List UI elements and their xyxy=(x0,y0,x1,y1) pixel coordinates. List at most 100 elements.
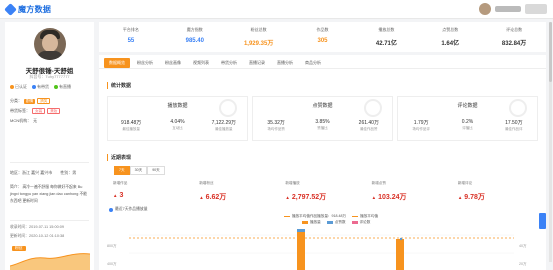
user-avatar[interactable] xyxy=(479,3,491,15)
profile-panel: 天舒很锤-天舒姐 抖音号：Tuhy7777777 已认证 有带货 有直播 分类：… xyxy=(5,22,94,270)
stat-item: 点赞总数 1.64亿 xyxy=(418,22,482,52)
increment-value: ▲ 2,797.52万 xyxy=(285,194,327,201)
tab-item[interactable]: 粉丝画像 xyxy=(160,58,186,68)
arrow-up-icon: ▲ xyxy=(457,195,463,200)
shop-tag-row: 带货标签： 女装 美妆 xyxy=(10,108,61,114)
divider xyxy=(10,220,89,221)
logo-icon xyxy=(4,3,17,16)
user-name-placeholder xyxy=(495,6,521,12)
logo-text: 魔方数据 xyxy=(18,5,52,14)
live-icon xyxy=(54,85,58,89)
period-option[interactable]: 90天 xyxy=(147,166,165,175)
category-row: 分类： 剧情 搞笑 xyxy=(10,98,51,104)
top-navbar: 魔方数据 xyxy=(0,0,553,19)
increment-item: 新增点赞 ▲ 103.24万 xyxy=(366,181,452,202)
increment-label: 新增播放 xyxy=(285,181,300,185)
stat-item: 平台排名 55 xyxy=(99,22,163,52)
legend-average[interactable]: 播放平均值 xyxy=(352,214,378,219)
stat-value: 305 xyxy=(317,38,328,44)
stat-value: 42.71亿 xyxy=(375,41,397,47)
fans-trend-sparkline xyxy=(10,253,90,270)
tab-item[interactable]: 粉丝分析 xyxy=(132,58,158,68)
app-logo[interactable]: 魔方数据 xyxy=(4,3,52,16)
card-metric: 918.48万 最佳播放量 xyxy=(121,120,142,131)
stat-item: 作品数 305 xyxy=(291,22,355,52)
card-metric: 7,122.29万 最佳播放量 xyxy=(211,120,237,131)
increment-value: ▲ 103.24万 xyxy=(371,194,407,201)
category-tag[interactable]: 剧情 xyxy=(24,98,36,104)
profile-badges: 已认证 有带货 有直播 xyxy=(10,84,71,90)
legend-average-line[interactable]: 播放平均值作品播放量：918.48万 xyxy=(284,214,346,219)
stat-label: 点赞总数 xyxy=(442,27,459,32)
main-panel: 数据概览 粉丝分析 粉丝画像 视频列表 带货分析 直播记录 直播分析 商品分析 统计数据 播放… xyxy=(99,55,546,270)
tab-bar: 数据概览 粉丝分析 粉丝画像 视频列表 带货分析 直播记录 直播分析 商品分析 xyxy=(104,58,326,68)
stat-item: 粉丝总数 1,929.35万 xyxy=(227,22,291,52)
stat-value: 1.64亿 xyxy=(441,41,460,47)
profile-description: 简介： 高冷一遍不舒服 每你做好不起来 Bu jingxi tongyu yan… xyxy=(10,185,88,203)
stat-value: 1,929.35万 xyxy=(243,41,274,47)
stat-label: 评论总数 xyxy=(506,27,523,32)
divider xyxy=(10,162,89,163)
stats-bar: 平台排名 55 魔方指数 985.40 粉丝总数 1,929.35万 作品数 305 播放总数 4… xyxy=(99,22,546,52)
card-metric: 1.79万 场均作品评 xyxy=(412,120,430,131)
user-menu[interactable] xyxy=(479,3,547,15)
card-metric: 3.85% 赞播比 xyxy=(315,119,330,130)
help-float-button[interactable] xyxy=(539,213,546,229)
y-axis-label-right: 20万 xyxy=(519,262,527,266)
shop-tag[interactable]: 女装 xyxy=(32,108,46,114)
arrow-up-icon: ▲ xyxy=(113,193,118,198)
collected-time: 收录时间：2019-07-11 15:00:09 xyxy=(10,225,64,229)
point-like xyxy=(399,237,403,241)
category-tag[interactable]: 搞笑 xyxy=(37,98,51,104)
gender-text: 性别：男 xyxy=(60,170,77,175)
card-metric: 4.04% 互动比 xyxy=(170,119,185,130)
profile-douyin-id: 抖音号：Tuhy7777777 xyxy=(29,74,70,79)
shop-tag[interactable]: 美妆 xyxy=(47,108,61,114)
has-goods-badge: 有带货 xyxy=(32,84,49,90)
stat-value: 55 xyxy=(127,38,135,44)
stat-label: 魔方指数 xyxy=(186,27,203,32)
mcn-row: MCN机构： 无 xyxy=(10,118,38,123)
tab-item[interactable]: 商品分析 xyxy=(300,58,326,68)
period-option[interactable]: 30天 xyxy=(129,166,148,175)
increment-item: 新增作品 ▲ 3 xyxy=(107,181,193,202)
tab-item[interactable]: 数据概览 xyxy=(104,58,130,68)
tab-item[interactable]: 直播分析 xyxy=(272,58,298,68)
page-scrollbar[interactable] xyxy=(549,22,552,262)
tab-item[interactable]: 视频列表 xyxy=(188,58,214,68)
card-decor-icon xyxy=(509,99,527,117)
vip-badge[interactable] xyxy=(525,4,547,14)
arrow-up-icon: ▲ xyxy=(371,195,377,200)
location-row: 地区：浙江 嘉兴 嘉兴市 性别：男 xyxy=(10,170,76,176)
fans-trend-label: 粉丝 xyxy=(12,246,26,251)
overview-cards: 播放数据 918.48万 最佳播放量 4.04% 互动比 7,122.29万 最佳播放量 点赞… xyxy=(107,96,538,141)
increment-label: 新增评论 xyxy=(457,181,473,185)
tab-item[interactable]: 带货分析 xyxy=(216,58,242,68)
increment-value: ▲ 3 xyxy=(113,192,124,199)
stat-label: 粉丝总数 xyxy=(250,27,267,32)
card-metric: 261.40万 最佳作品赞 xyxy=(358,120,379,131)
increment-label: 新增粉丝 xyxy=(199,181,214,185)
bar-like xyxy=(297,229,305,232)
increment-value: ▲ 9.78万 xyxy=(457,194,485,201)
y-axis-label-left: 800万 xyxy=(107,244,117,248)
increment-label: 新增点赞 xyxy=(371,181,386,185)
increment-label: 新增作品 xyxy=(113,181,128,185)
verified-icon xyxy=(10,85,14,89)
increment-item: 新增粉丝 ▲ 6.62万 xyxy=(193,181,279,202)
chart-title-icon xyxy=(109,207,113,212)
recent-chart: 800万 400万 40万 20万 xyxy=(107,229,527,270)
period-option[interactable]: 7天 xyxy=(114,166,130,175)
stat-label: 播放总数 xyxy=(378,27,395,32)
stat-label: 作品数 xyxy=(316,27,329,32)
increment-value: ▲ 6.62万 xyxy=(199,194,227,201)
period-switch: 7天 30天 90天 xyxy=(114,166,165,175)
card-metric: 0.2% 评播比 xyxy=(461,119,474,130)
tab-item[interactable]: 直播记录 xyxy=(244,58,270,68)
overview-card: 播放数据 918.48万 最佳播放量 4.04% 互动比 7,122.29万 最佳播放量 xyxy=(107,96,248,141)
section-title-overview: 统计数据 xyxy=(107,82,131,89)
y-axis-label-right: 40万 xyxy=(519,244,527,248)
bar-play xyxy=(297,231,305,270)
card-decor-icon xyxy=(364,99,382,117)
updated-time: 更新时间：2020-10-12 01:10:38 xyxy=(10,234,65,238)
